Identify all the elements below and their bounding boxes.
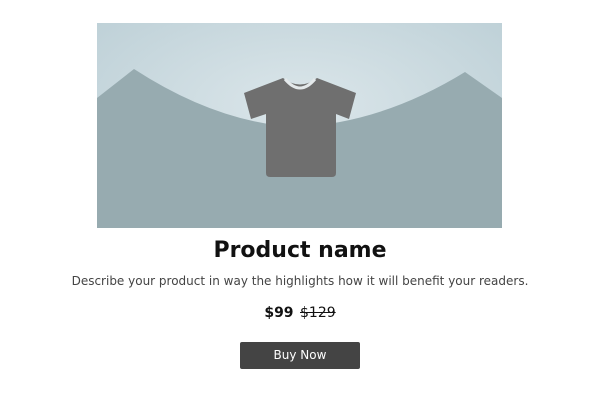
product-title: Product name [213, 238, 387, 263]
price-row: $99 $129 [0, 303, 600, 323]
product-image [97, 23, 502, 228]
product-card: Product name Describe your product in wa… [0, 0, 600, 407]
product-image-illustration [97, 23, 502, 228]
price-original: $129 [300, 305, 336, 321]
buy-now-button[interactable]: Buy Now [240, 342, 360, 369]
price-current: $99 [264, 305, 294, 321]
product-description: Describe your product in way the highlig… [71, 274, 529, 288]
